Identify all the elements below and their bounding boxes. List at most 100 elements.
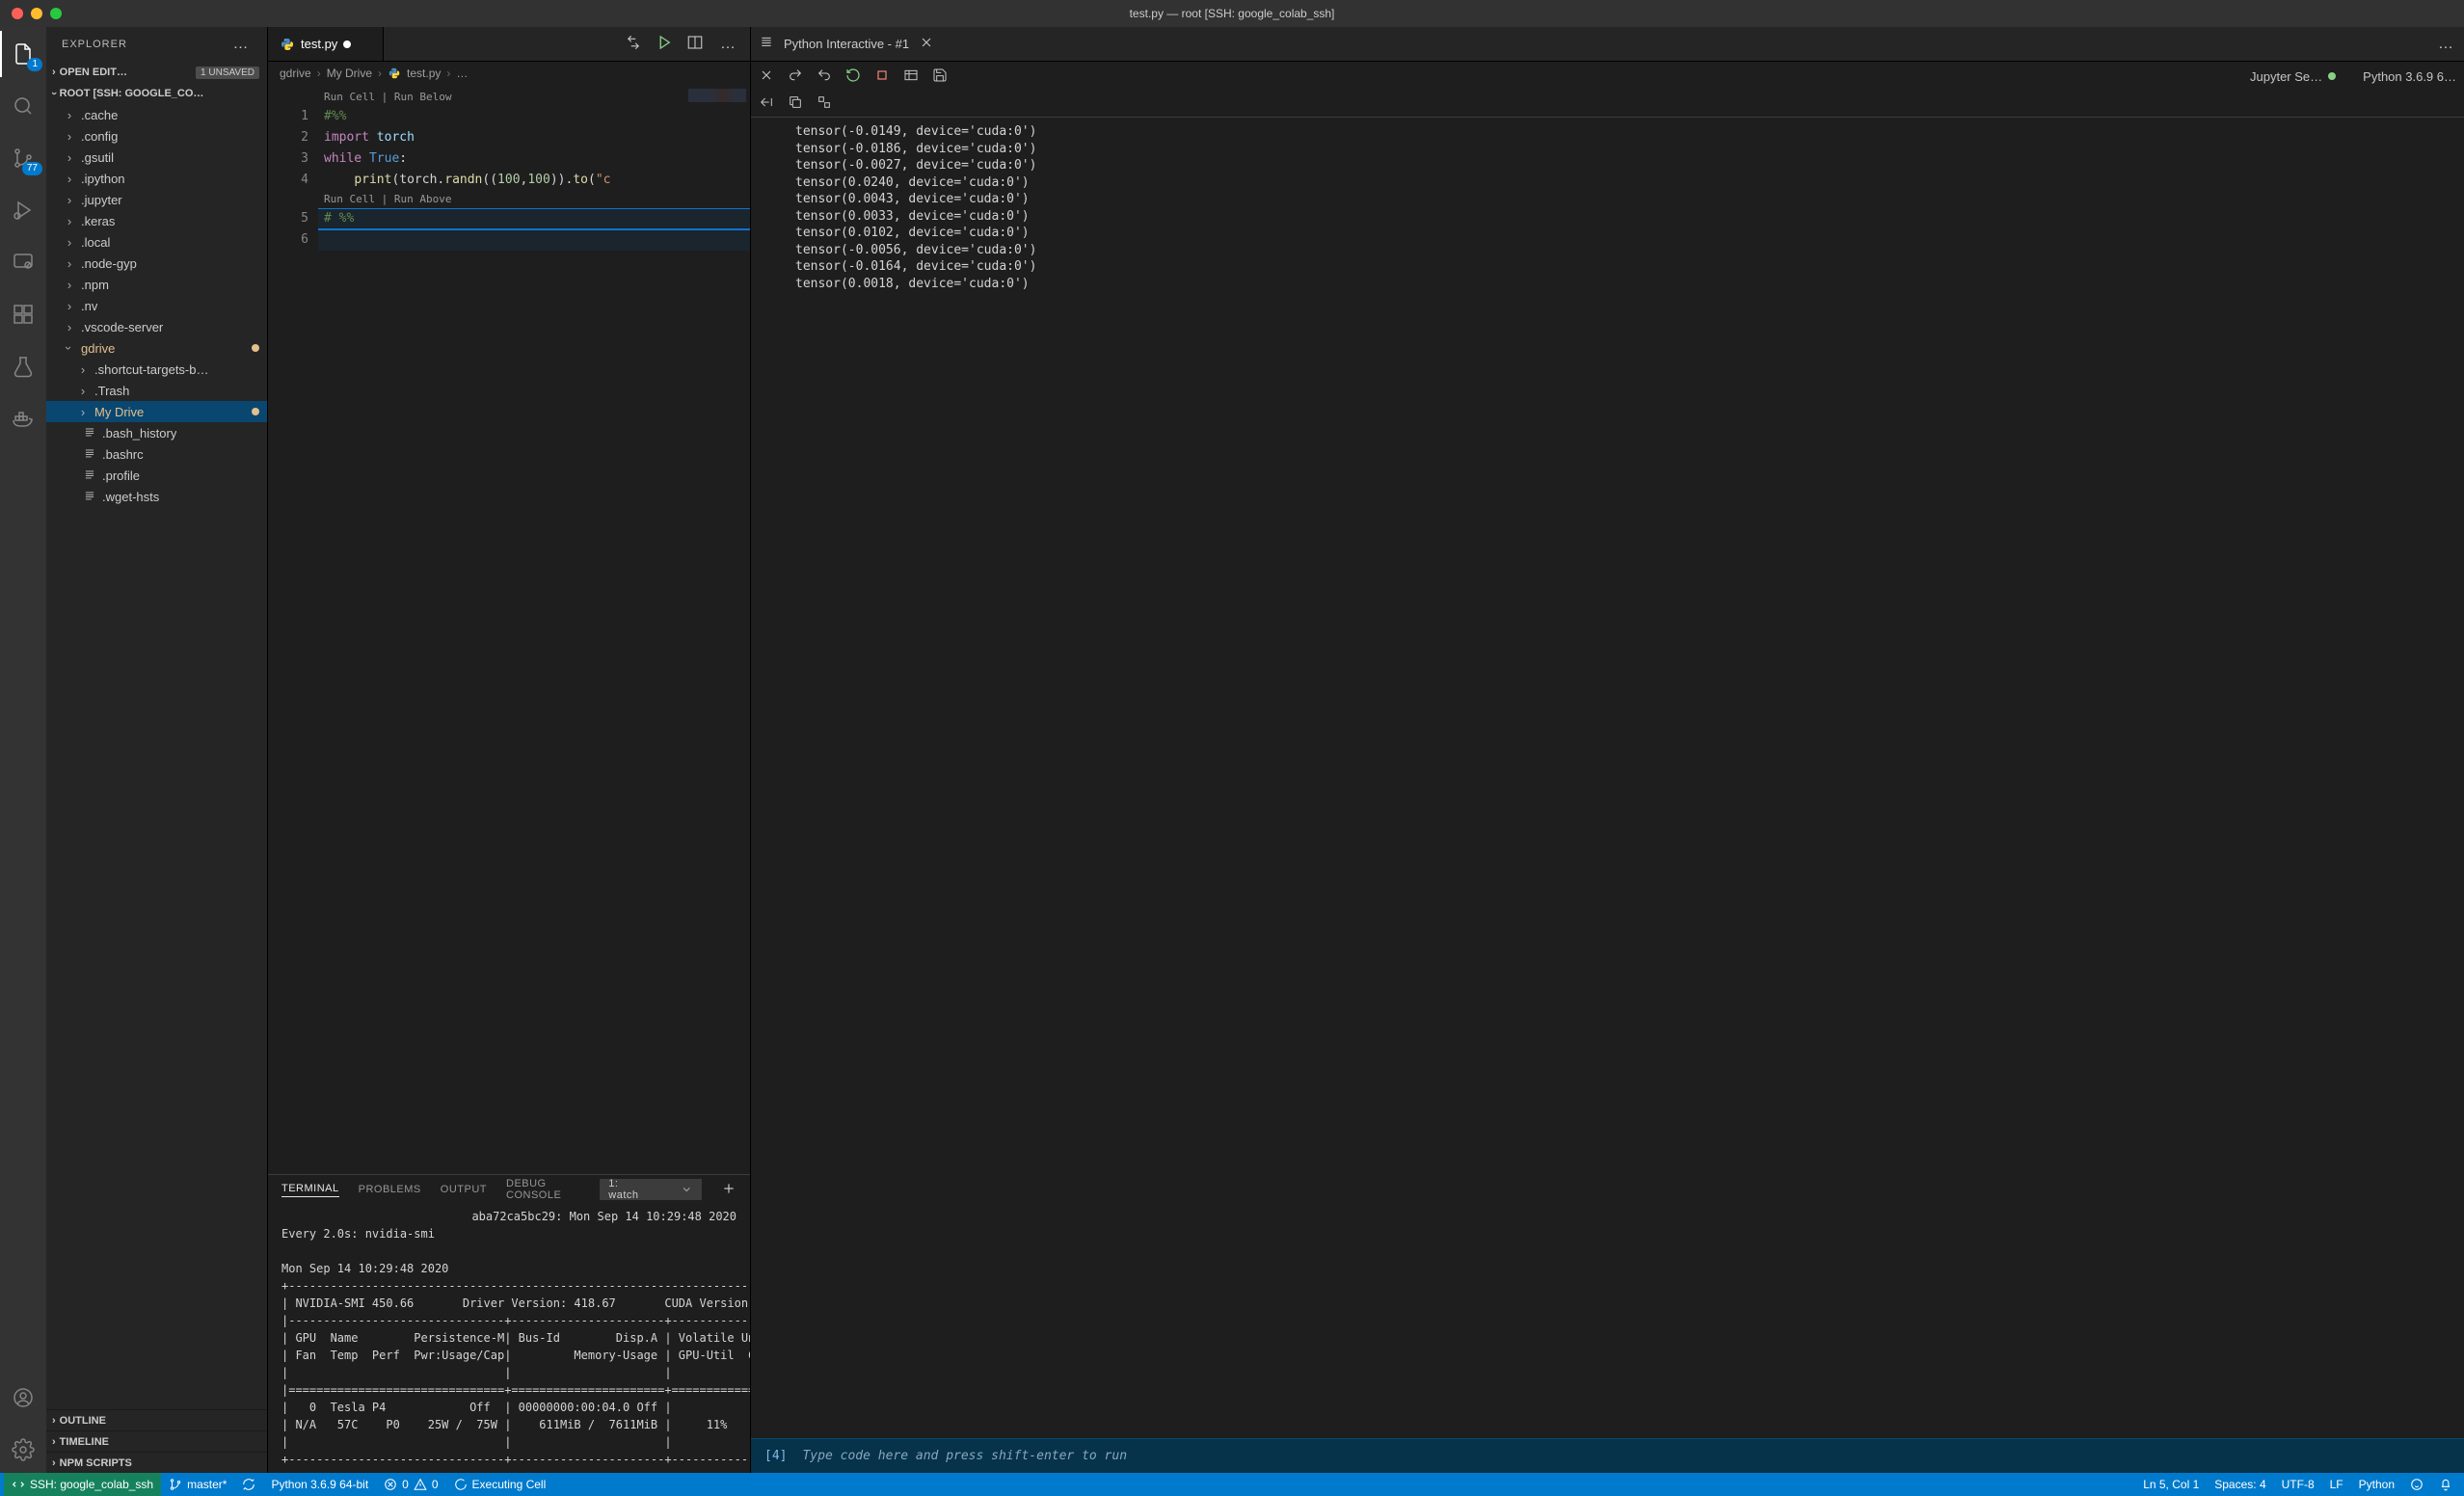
close-interactive-icon[interactable] xyxy=(919,35,934,53)
folder-gdrive[interactable]: › gdrive xyxy=(46,337,267,359)
compare-icon[interactable] xyxy=(625,34,642,54)
status-bell-icon[interactable] xyxy=(2431,1473,2460,1496)
tab-test-py[interactable]: test.py xyxy=(268,27,384,61)
kernel-selector[interactable]: Python 3.6.9 6… xyxy=(2363,69,2456,84)
status-branch[interactable]: master* xyxy=(161,1473,234,1496)
open-editors-section[interactable]: › OPEN EDIT… 1 UNSAVED xyxy=(46,62,267,83)
interactive-output: tensor(-0.0149, device='cuda:0') tensor(… xyxy=(751,118,2464,302)
remote-explorer-icon[interactable] xyxy=(0,239,46,285)
extensions-icon[interactable] xyxy=(0,291,46,337)
status-problems[interactable]: 0 0 xyxy=(376,1473,445,1496)
editor-tabs: test.py … xyxy=(268,27,750,62)
file-bash_history[interactable]: ›.bash_history xyxy=(46,422,267,443)
explorer-badge: 1 xyxy=(27,58,42,71)
panel-tab-problems[interactable]: PROBLEMS xyxy=(359,1184,421,1195)
codelens-run-cell-above[interactable]: Run Cell | Run Above xyxy=(318,191,750,208)
file-profile[interactable]: ›.profile xyxy=(46,465,267,486)
folder-nv[interactable]: ›.nv xyxy=(46,295,267,316)
interrupt-kernel-icon[interactable] xyxy=(874,67,890,86)
panel-tab-output[interactable]: OUTPUT xyxy=(441,1184,487,1195)
testing-icon[interactable] xyxy=(0,343,46,389)
settings-gear-icon[interactable] xyxy=(0,1427,46,1473)
folder-keras[interactable]: ›.keras xyxy=(46,210,267,231)
variables-icon[interactable] xyxy=(903,67,919,86)
explorer-title: EXPLORER xyxy=(62,39,127,50)
file-bashrc[interactable]: ›.bashrc xyxy=(46,443,267,465)
jupyter-server-selector[interactable]: Jupyter Se… xyxy=(2250,69,2336,84)
folder-ipython[interactable]: ›.ipython xyxy=(46,168,267,189)
interactive-placeholder: Type code here and press shift-enter to … xyxy=(802,1449,1127,1463)
panel-tab-terminal[interactable]: TERMINAL xyxy=(281,1183,339,1197)
explorer-more-icon[interactable]: … xyxy=(230,39,252,50)
line-gutter: 1234 56 xyxy=(268,85,318,1174)
accounts-icon[interactable] xyxy=(0,1375,46,1421)
workspace-root[interactable]: › ROOT [SSH: GOOGLE_CO… xyxy=(46,83,267,104)
redo-icon[interactable] xyxy=(788,67,803,86)
cell-index: [4] xyxy=(764,1449,787,1463)
folder-local[interactable]: ›.local xyxy=(46,231,267,253)
source-control-icon[interactable]: 77 xyxy=(0,135,46,181)
goto-icon[interactable] xyxy=(759,94,774,113)
status-sync[interactable] xyxy=(234,1473,263,1496)
minimap[interactable] xyxy=(688,89,746,102)
split-editor-icon[interactable] xyxy=(686,34,704,54)
code-editor[interactable]: 1234 56 Run Cell | Run Below #%% import … xyxy=(268,85,750,1174)
folder-jupyter[interactable]: ›.jupyter xyxy=(46,189,267,210)
interactive-input[interactable]: [4] Type code here and press shift-enter… xyxy=(751,1438,2464,1473)
python-file-icon xyxy=(280,37,295,52)
timeline-section[interactable]: ›TIMELINE xyxy=(46,1430,267,1452)
sidebar: EXPLORER … › OPEN EDIT… 1 UNSAVED › ROOT… xyxy=(46,27,268,1473)
server-status-icon xyxy=(2328,72,2336,80)
maximize-window[interactable] xyxy=(50,8,62,19)
folder-shortcut-targets[interactable]: ›.shortcut-targets-b… xyxy=(46,359,267,380)
status-spaces[interactable]: Spaces: 4 xyxy=(2207,1473,2273,1496)
folder-vscode-server[interactable]: ›.vscode-server xyxy=(46,316,267,337)
npm-scripts-section[interactable]: ›NPM SCRIPTS xyxy=(46,1452,267,1473)
run-debug-icon[interactable] xyxy=(0,187,46,233)
panel-tab-debug[interactable]: DEBUG CONSOLE xyxy=(506,1178,561,1201)
interactive-more-icon[interactable]: … xyxy=(2435,39,2456,50)
terminal-selector[interactable]: 1: watch xyxy=(600,1179,701,1200)
tab-label: test.py xyxy=(301,37,337,51)
search-icon[interactable] xyxy=(0,83,46,129)
folder-node-gyp[interactable]: ›.node-gyp xyxy=(46,253,267,274)
status-interpreter[interactable]: Python 3.6.9 64-bit xyxy=(263,1473,376,1496)
outline-section[interactable]: ›OUTLINE xyxy=(46,1409,267,1430)
cancel-icon[interactable] xyxy=(759,67,774,86)
save-icon[interactable] xyxy=(932,67,948,86)
python-icon xyxy=(388,67,401,80)
expand-all-icon[interactable] xyxy=(817,94,832,113)
status-language[interactable]: Python xyxy=(2351,1473,2402,1496)
folder-npm[interactable]: ›.npm xyxy=(46,274,267,295)
terminal-output[interactable]: Every 2.0s: nvidia-smiaba72ca5bc29: Mon … xyxy=(268,1204,750,1473)
status-remote[interactable]: SSH: google_colab_ssh xyxy=(4,1473,161,1496)
run-file-icon[interactable] xyxy=(656,34,673,54)
new-terminal-icon[interactable] xyxy=(721,1181,737,1199)
undo-icon[interactable] xyxy=(817,67,832,86)
status-feedback-icon[interactable] xyxy=(2402,1473,2431,1496)
folder-my-drive[interactable]: ›My Drive xyxy=(46,401,267,422)
status-executing[interactable]: Executing Cell xyxy=(446,1473,554,1496)
folder-cache[interactable]: ›.cache xyxy=(46,104,267,125)
panel: TERMINAL PROBLEMS OUTPUT DEBUG CONSOLE 1… xyxy=(268,1174,750,1473)
minimize-window[interactable] xyxy=(31,8,42,19)
status-encoding[interactable]: UTF-8 xyxy=(2274,1473,2322,1496)
unsaved-badge: 1 UNSAVED xyxy=(196,67,259,79)
breadcrumb[interactable]: gdrive› My Drive› test.py› … xyxy=(268,62,750,85)
status-eol[interactable]: LF xyxy=(2322,1473,2351,1496)
close-window[interactable] xyxy=(12,8,23,19)
folder-trash[interactable]: ›.Trash xyxy=(46,380,267,401)
folder-gsutil[interactable]: ›.gsutil xyxy=(46,147,267,168)
explorer-icon[interactable]: 1 xyxy=(0,31,46,77)
folder-config[interactable]: ›.config xyxy=(46,125,267,147)
editor-more-icon[interactable]: … xyxy=(717,39,738,50)
chevron-down-icon xyxy=(681,1182,692,1197)
restart-kernel-icon[interactable] xyxy=(845,67,861,86)
status-cursor[interactable]: Ln 5, Col 1 xyxy=(2135,1473,2207,1496)
docker-icon[interactable] xyxy=(0,395,46,441)
window-title: test.py — root [SSH: google_colab_ssh] xyxy=(1130,7,1335,20)
file-wget-hsts[interactable]: ›.wget-hsts xyxy=(46,486,267,507)
copy-icon[interactable] xyxy=(788,94,803,113)
codelens-run-cell-below[interactable]: Run Cell | Run Below xyxy=(318,89,750,106)
scm-badge: 77 xyxy=(22,162,42,175)
